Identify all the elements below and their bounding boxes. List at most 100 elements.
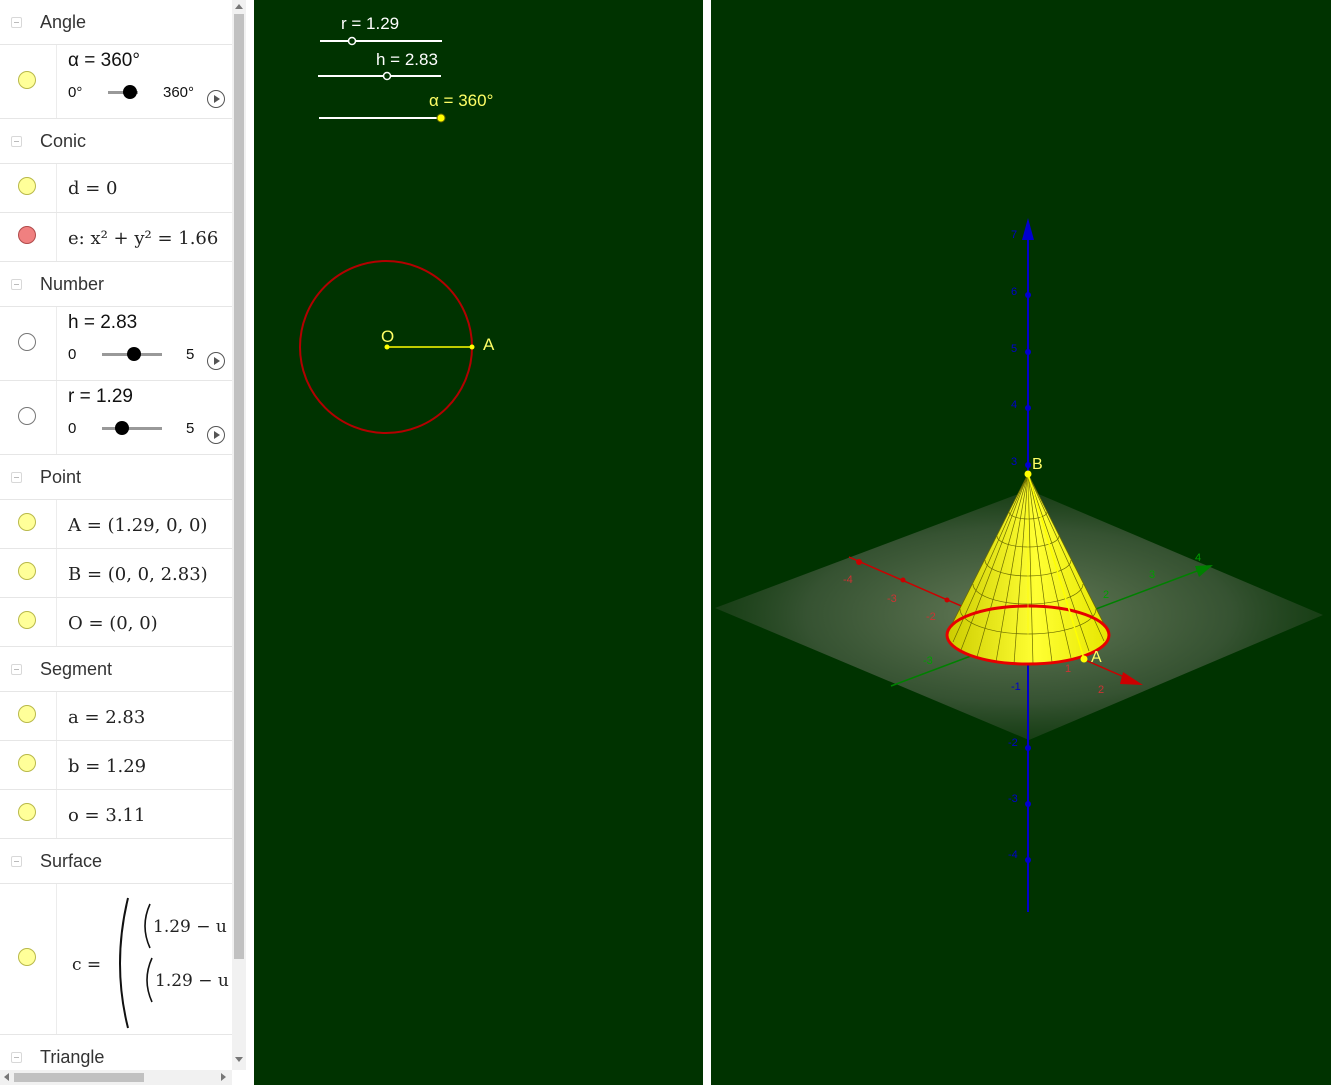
group-title: Point bbox=[40, 467, 82, 487]
slider-alpha-label[interactable]: α = 360° bbox=[429, 91, 493, 110]
visibility-marble-icon[interactable] bbox=[18, 803, 36, 821]
group-header-surface[interactable]: Surface bbox=[0, 839, 232, 884]
graphics-view-3d[interactable]: 7 6 5 4 3 -1 -2 -3 -4 -4 -3 -2 1 2 2 3 4… bbox=[711, 0, 1331, 1085]
group-header-segment[interactable]: Segment bbox=[0, 647, 232, 692]
z-tick-label: 3 bbox=[1011, 456, 1017, 468]
group-title: Triangle bbox=[40, 1047, 105, 1067]
visibility-marble-icon[interactable] bbox=[18, 513, 36, 531]
graphics-view-2d[interactable]: r = 1.29 h = 2.83 α = 360° O A bbox=[254, 0, 703, 1085]
z-tick-label: 4 bbox=[1011, 399, 1017, 411]
visibility-marble-icon[interactable] bbox=[18, 71, 36, 89]
scroll-down-icon[interactable] bbox=[235, 1057, 243, 1062]
collapse-icon[interactable] bbox=[11, 856, 22, 867]
visibility-marble-icon[interactable] bbox=[18, 754, 36, 772]
z-tick-label: 7 bbox=[1011, 229, 1017, 241]
algebra-item-h[interactable]: h = 2.83 0 5 bbox=[0, 307, 232, 381]
r-slider-knob[interactable] bbox=[115, 421, 129, 435]
h-label[interactable]: h = 2.83 bbox=[68, 312, 137, 334]
slider-alpha-point[interactable] bbox=[436, 113, 446, 123]
group-header-number[interactable]: Number bbox=[0, 262, 232, 307]
collapse-icon[interactable] bbox=[11, 279, 22, 290]
visibility-marble-icon[interactable] bbox=[18, 705, 36, 723]
algebra-item-d[interactable]: d = 0 bbox=[0, 164, 232, 213]
point-O-label: O bbox=[381, 327, 394, 346]
a-expression: a = 2.83 bbox=[68, 707, 146, 728]
visibility-marble-icon[interactable] bbox=[18, 562, 36, 580]
h-slider-knob[interactable] bbox=[127, 347, 141, 361]
algebra-item-r[interactable]: r = 1.29 0 5 bbox=[0, 381, 232, 455]
y-tick-label: 3 bbox=[1149, 569, 1155, 581]
vertical-scroll-thumb[interactable] bbox=[234, 14, 244, 959]
alpha-slider-min: 0° bbox=[68, 84, 83, 101]
group-title: Surface bbox=[40, 851, 103, 871]
visibility-marble-icon[interactable] bbox=[18, 948, 36, 966]
scroll-up-icon[interactable] bbox=[235, 4, 243, 9]
r-slider-track[interactable] bbox=[102, 427, 162, 430]
z-tick-label: 5 bbox=[1011, 343, 1017, 355]
algebra-item-O[interactable]: O = (0, 0) bbox=[0, 598, 232, 647]
point-A[interactable] bbox=[469, 344, 475, 350]
algebra-item-B[interactable]: B = (0, 0, 2.83) bbox=[0, 549, 232, 598]
visibility-marble-icon[interactable] bbox=[18, 407, 36, 425]
scroll-left-icon[interactable] bbox=[4, 1073, 9, 1081]
group-title: Number bbox=[40, 274, 105, 294]
play-icon[interactable] bbox=[207, 90, 225, 108]
z-tick-label: -3 bbox=[1008, 793, 1018, 805]
slider-h-point[interactable] bbox=[382, 71, 392, 81]
algebra-item-c[interactable]: c = 1.29 − u 1.29 − u bbox=[0, 884, 232, 1035]
z-tick-label: -2 bbox=[1008, 737, 1018, 749]
point-B[interactable] bbox=[1024, 470, 1032, 478]
point-B-label: B bbox=[1032, 456, 1043, 473]
slider-r-point[interactable] bbox=[347, 36, 357, 46]
view-divider[interactable] bbox=[703, 0, 711, 1085]
x-tick-label: -2 bbox=[926, 611, 936, 623]
play-icon[interactable] bbox=[207, 352, 225, 370]
z-tick-label: -1 bbox=[1011, 681, 1021, 693]
y-tick-label: 2 bbox=[1103, 589, 1109, 601]
e-expression: e: x² + y² = 1.66 bbox=[68, 228, 219, 249]
group-header-point[interactable]: Point bbox=[0, 455, 232, 500]
visibility-marble-icon[interactable] bbox=[18, 611, 36, 629]
visibility-marble-icon[interactable] bbox=[18, 177, 36, 195]
group-title: Conic bbox=[40, 131, 87, 151]
slider-h-label[interactable]: h = 2.83 bbox=[376, 50, 438, 69]
visibility-marble-icon[interactable] bbox=[18, 226, 36, 244]
b-expression: b = 1.29 bbox=[68, 756, 147, 777]
play-icon[interactable] bbox=[207, 426, 225, 444]
c-row2: 1.29 − u bbox=[155, 971, 229, 991]
algebra-item-a[interactable]: a = 2.83 bbox=[0, 692, 232, 741]
vertical-scrollbar[interactable] bbox=[232, 0, 246, 1070]
collapse-icon[interactable] bbox=[11, 472, 22, 483]
x-tick-label: 2 bbox=[1098, 684, 1104, 696]
collapse-icon[interactable] bbox=[11, 664, 22, 675]
alpha-slider-knob[interactable] bbox=[123, 85, 137, 99]
algebra-item-o[interactable]: o = 3.11 bbox=[0, 790, 232, 839]
r-label[interactable]: r = 1.29 bbox=[68, 386, 133, 408]
algebra-item-alpha[interactable]: α = 360° 0° 360° bbox=[0, 45, 232, 119]
horizontal-scrollbar[interactable] bbox=[0, 1070, 232, 1085]
graphics-2d-canvas[interactable]: r = 1.29 h = 2.83 α = 360° O A bbox=[254, 0, 703, 1085]
algebra-item-b[interactable]: b = 1.29 bbox=[0, 741, 232, 790]
h-slider-max: 5 bbox=[186, 346, 195, 363]
point-A-3d[interactable] bbox=[1080, 655, 1088, 663]
B-expression: B = (0, 0, 2.83) bbox=[68, 564, 208, 585]
collapse-icon[interactable] bbox=[11, 1052, 22, 1063]
alpha-label[interactable]: α = 360° bbox=[68, 50, 140, 72]
collapse-icon[interactable] bbox=[11, 136, 22, 147]
slider-r-label[interactable]: r = 1.29 bbox=[341, 14, 399, 33]
algebra-item-e[interactable]: e: x² + y² = 1.66 bbox=[0, 213, 232, 262]
c-row1: 1.29 − u bbox=[153, 917, 227, 937]
r-slider-max: 5 bbox=[186, 420, 195, 437]
x-tick-label: 1 bbox=[1065, 663, 1071, 675]
alpha-slider-max: 360° bbox=[163, 84, 195, 101]
horizontal-scroll-thumb[interactable] bbox=[14, 1073, 144, 1082]
algebra-view: Angle α = 360° 0° 360° Conic d = 0 e: x²… bbox=[0, 0, 246, 1085]
group-header-conic[interactable]: Conic bbox=[0, 119, 232, 164]
group-header-angle[interactable]: Angle bbox=[0, 0, 232, 45]
algebra-item-A[interactable]: A = (1.29, 0, 0) bbox=[0, 500, 232, 549]
scroll-right-icon[interactable] bbox=[221, 1073, 226, 1081]
z-axis-arrow-icon bbox=[1022, 218, 1034, 240]
collapse-icon[interactable] bbox=[11, 17, 22, 28]
graphics-3d-canvas[interactable]: 7 6 5 4 3 -1 -2 -3 -4 -4 -3 -2 1 2 2 3 4… bbox=[711, 0, 1331, 1085]
visibility-marble-icon[interactable] bbox=[18, 333, 36, 351]
